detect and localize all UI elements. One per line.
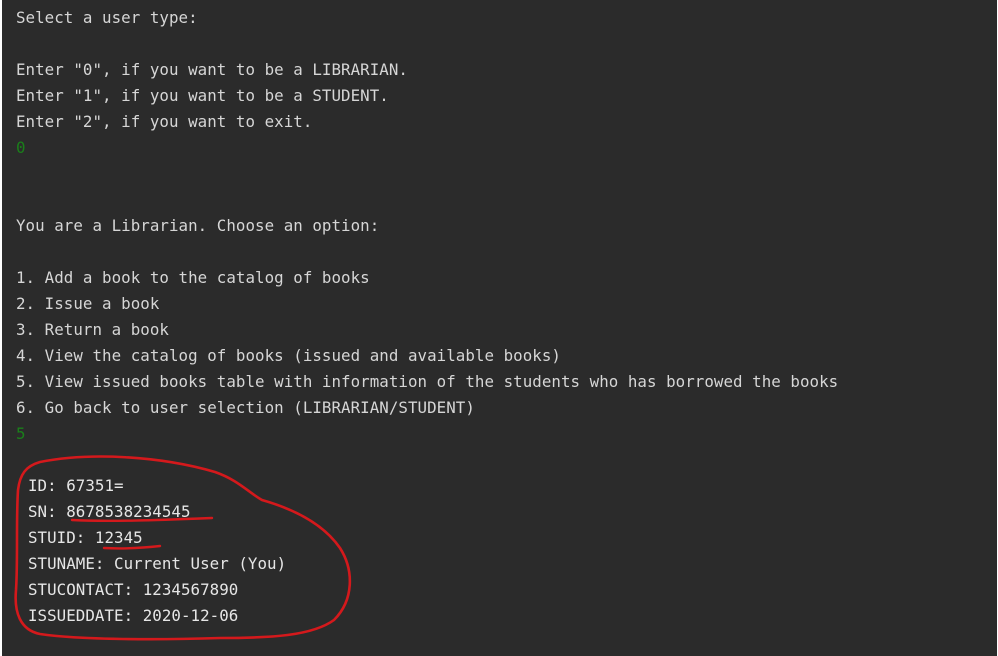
console-output[interactable]: Select a user type: Enter "0", if you wa… [2,0,997,656]
user-option-librarian: Enter "0", if you want to be a LIBRARIAN… [16,60,408,79]
record-stuid: STUID: 12345 [28,528,143,547]
user-input-choice: 0 [16,138,26,157]
librarian-option-view-catalog: 4. View the catalog of books (issued and… [16,346,561,365]
librarian-option-view-issued: 5. View issued books table with informat… [16,372,839,391]
librarian-option-issue-book: 2. Issue a book [16,294,160,313]
record-sn: SN: 8678538234545 [28,502,191,521]
librarian-option-return-book: 3. Return a book [16,320,169,339]
librarian-option-add-book: 1. Add a book to the catalog of books [16,268,370,287]
librarian-input-choice: 5 [16,424,26,443]
librarian-prompt: You are a Librarian. Choose an option: [16,216,380,235]
record-id: ID: 67351= [28,476,124,495]
record-issueddate: ISSUEDDATE: 2020-12-06 [28,606,239,625]
select-user-prompt: Select a user type: [16,8,198,27]
user-option-student: Enter "1", if you want to be a STUDENT. [16,86,389,105]
record-stucontact: STUCONTACT: 1234567890 [28,580,239,599]
user-option-exit: Enter "2", if you want to exit. [16,112,313,131]
record-stuname: STUNAME: Current User (You) [28,554,287,573]
librarian-option-go-back: 6. Go back to user selection (LIBRARIAN/… [16,398,475,417]
